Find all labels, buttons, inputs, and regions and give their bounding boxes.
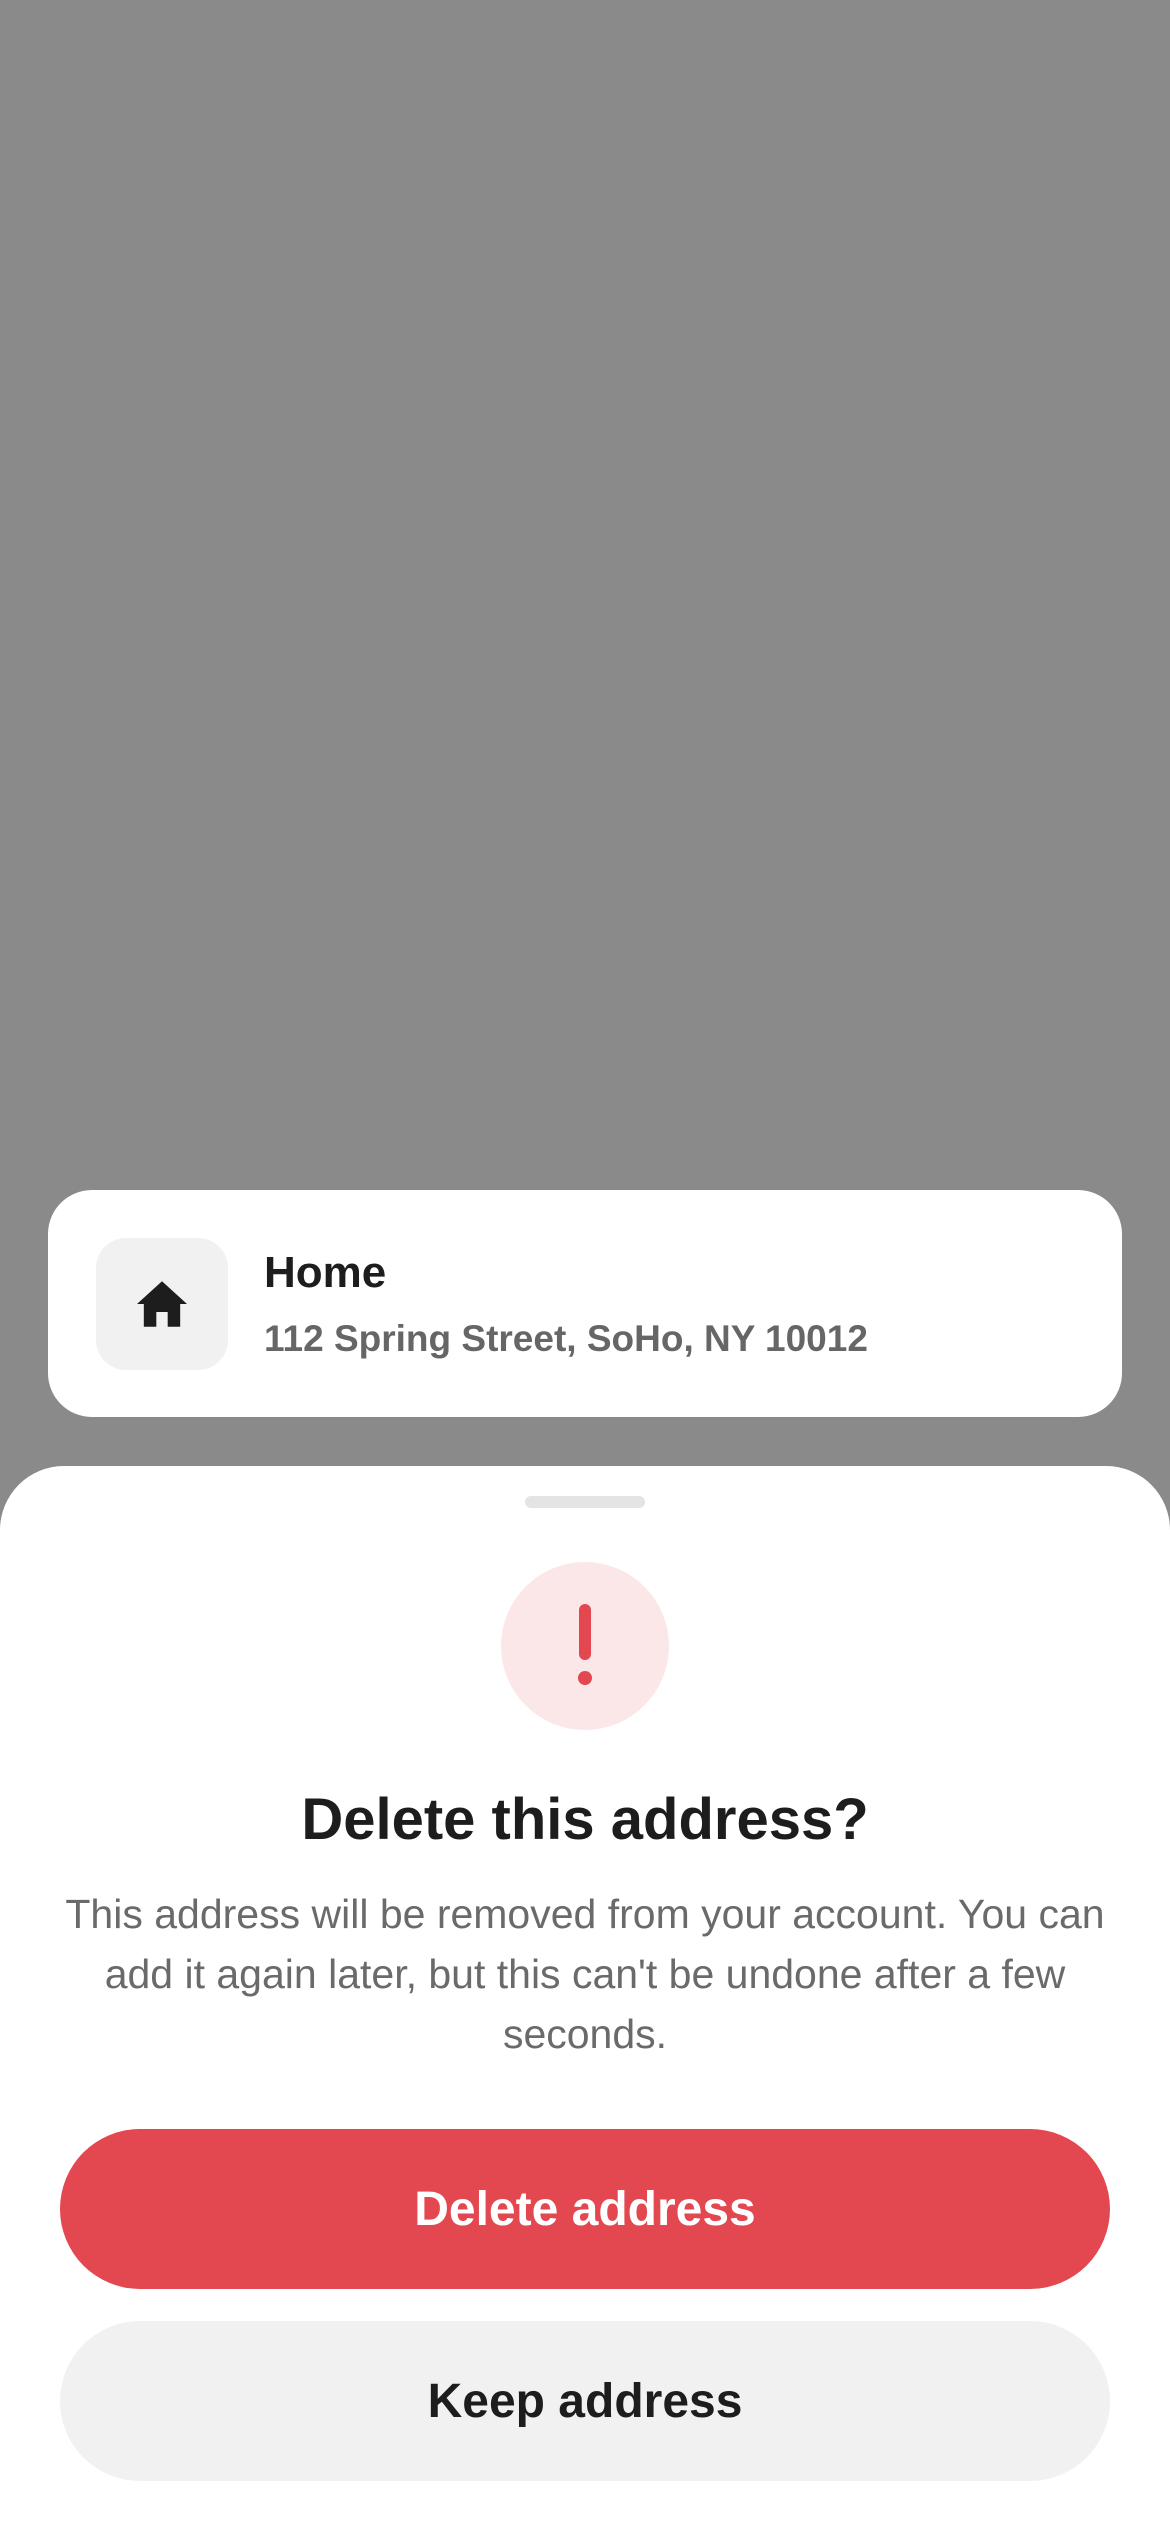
address-card: Home 112 Spring Street, SoHo, NY 10012 bbox=[48, 1190, 1122, 1417]
home-icon bbox=[137, 1281, 187, 1327]
delete-confirmation-sheet: Delete this address? This address will b… bbox=[0, 1466, 1170, 2532]
sheet-title: Delete this address? bbox=[301, 1787, 869, 1852]
address-line: 112 Spring Street, SoHo, NY 10012 bbox=[264, 1318, 868, 1359]
keep-address-button[interactable]: Keep address bbox=[60, 2321, 1110, 2481]
delete-address-button[interactable]: Delete address bbox=[60, 2129, 1110, 2289]
address-label: Home bbox=[264, 1248, 387, 1297]
sheet-grabber-handle[interactable] bbox=[525, 1496, 645, 1508]
address-icon-container bbox=[96, 1238, 228, 1370]
sheet-description: This address will be removed from your a… bbox=[65, 1891, 1105, 2057]
exclamation-icon bbox=[578, 1604, 592, 1685]
warning-badge bbox=[501, 1562, 669, 1730]
